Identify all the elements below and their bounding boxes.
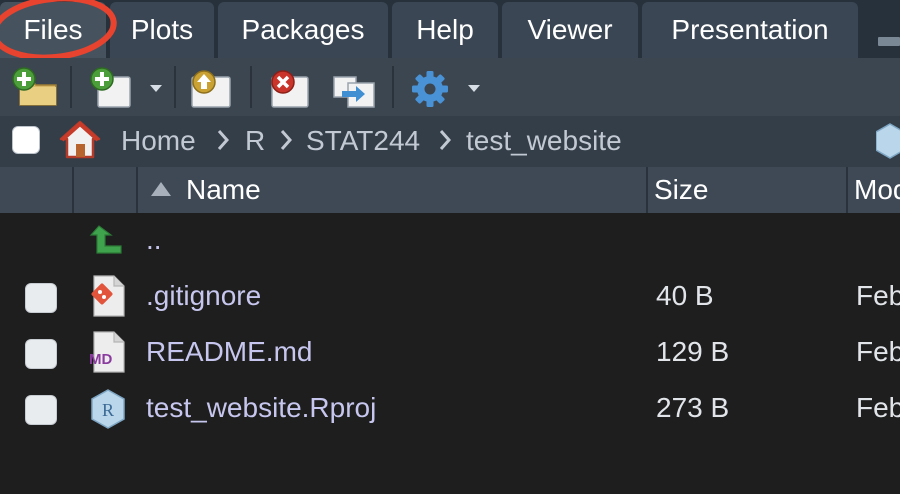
parent-folder-icon [89,225,122,254]
tab-presentation-label: Presentation [671,14,829,45]
files-toolbar [0,58,900,116]
gear-icon [412,71,448,107]
toolbar-separator [174,66,176,108]
file-size: 129 B [656,336,730,367]
chevron-down-icon[interactable] [468,85,480,92]
tab-plots[interactable]: Plots [110,2,214,58]
header-name-column[interactable]: Name [138,167,648,213]
table-row[interactable]: R test_website.Rproj 273 B Feb [0,381,900,437]
breadcrumb: Home R STAT244 test_website [0,116,900,167]
rproject-icon[interactable] [876,122,900,160]
file-modified: Feb [856,392,900,423]
header-modified-label: Mod [854,174,900,205]
tab-help[interactable]: Help [392,2,498,58]
new-folder-icon [12,67,57,106]
file-size: 273 B [656,392,730,423]
file-name[interactable]: test_website.Rproj [146,392,376,424]
new-file-icon [90,67,131,108]
chevron-right-icon [439,130,452,150]
breadcrumb-home[interactable]: Home [121,125,196,157]
file-name[interactable]: .. [146,224,162,256]
pane-tab-bar: Files Plots Packages Help Viewer Present… [0,0,900,61]
header-checkbox-column [0,167,74,213]
minimize-pane-button[interactable] [878,37,900,46]
delete-icon [271,70,309,108]
file-size: 40 B [656,280,714,311]
upload-button[interactable] [184,62,234,112]
row-checkbox[interactable] [25,339,57,369]
file-modified: Feb [856,280,900,311]
row-checkbox[interactable] [25,283,57,313]
list-item[interactable]: .. [0,213,900,269]
home-icon[interactable] [58,118,102,162]
table-row[interactable]: MD README.md 129 B Feb [0,325,900,381]
breadcrumb-test-website: test_website [466,125,622,156]
tab-presentation[interactable]: Presentation [642,2,858,58]
toolbar-separator [250,66,252,108]
rename-icon [333,76,375,108]
header-modified-column[interactable]: Mod [848,167,900,213]
tab-packages[interactable]: Packages [218,2,388,58]
toolbar-separator [70,66,72,108]
table-row[interactable]: .gitignore 40 B Feb [0,269,900,325]
tab-plots-label: Plots [130,14,194,45]
toolbar-separator [392,66,394,108]
tab-files[interactable]: Files [0,2,106,58]
svg-text:R: R [102,400,114,420]
file-name[interactable]: README.md [146,336,312,368]
tab-help-label: Help [416,14,474,45]
row-checkbox[interactable] [25,395,57,425]
more-options-button[interactable] [406,62,456,112]
tab-viewer-label: Viewer [527,14,613,45]
chevron-right-icon [280,130,293,150]
file-name[interactable]: .gitignore [146,280,261,312]
new-blank-file-button[interactable] [84,62,140,112]
tab-viewer[interactable]: Viewer [502,2,638,58]
git-file-icon [91,275,125,317]
rproject-file-icon: R [91,389,125,429]
header-size-label: Size [654,174,709,205]
chevron-right-icon [217,130,230,150]
sort-ascending-icon [151,182,171,196]
rename-button[interactable] [328,62,378,112]
chevron-down-icon[interactable] [150,85,162,92]
select-all-checkbox[interactable] [12,126,40,154]
header-icon-column [74,167,138,213]
file-modified: Feb [856,336,900,367]
new-folder-button[interactable] [10,62,60,112]
tab-packages-label: Packages [241,14,365,45]
header-name-label: Name [186,174,261,205]
markdown-file-icon: MD [89,331,125,373]
svg-text:MD: MD [89,351,112,368]
tab-files-label: Files [23,14,83,45]
delete-button[interactable] [262,62,312,112]
upload-icon [191,70,231,108]
breadcrumb-stat244[interactable]: STAT244 [306,125,420,157]
breadcrumb-r[interactable]: R [245,125,265,157]
header-size-column[interactable]: Size [648,167,848,213]
file-table-header: Name Size Mod [0,167,900,213]
